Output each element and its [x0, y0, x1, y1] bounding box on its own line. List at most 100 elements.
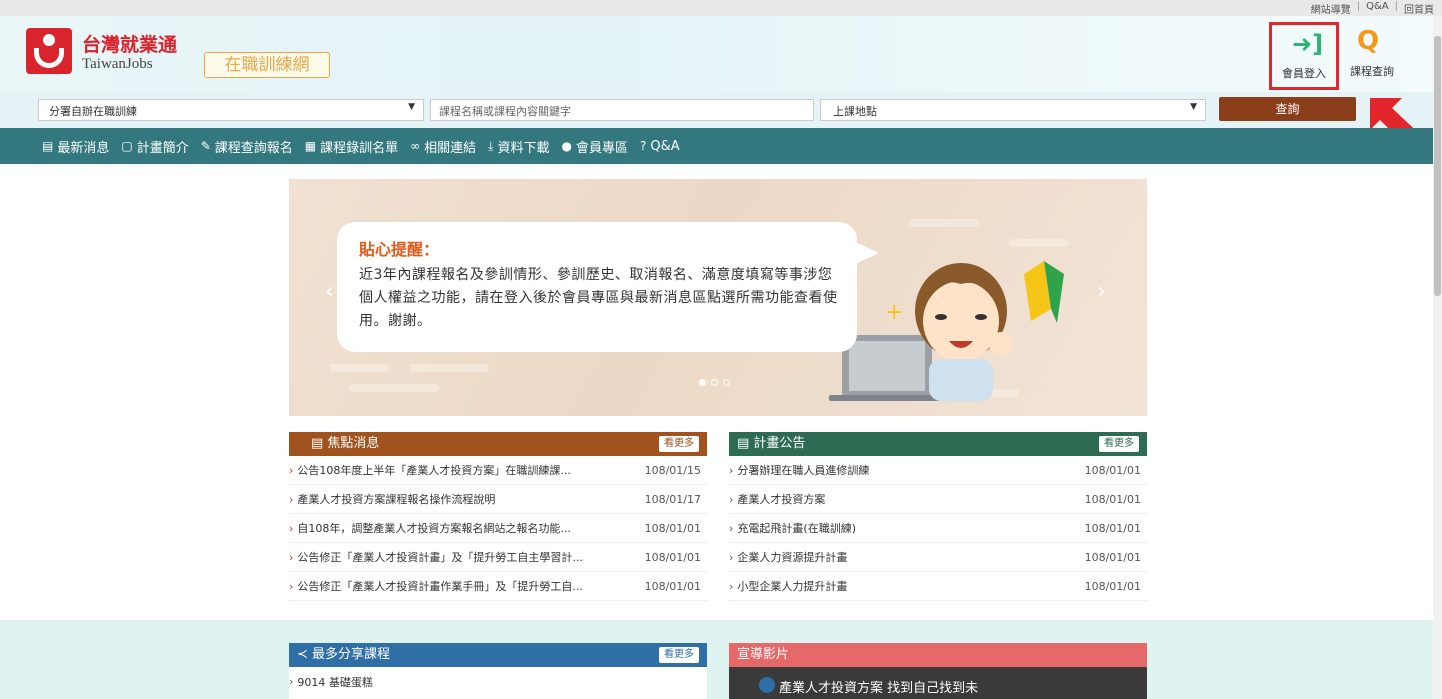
list-item-date: 108/01/17 [644, 492, 701, 506]
site-subtitle[interactable]: 在職訓練網 [204, 52, 330, 78]
list-item-date: 108/01/01 [644, 521, 701, 535]
list-item[interactable]: › 充電起飛計畫(在職訓練) 108/01/01 [729, 514, 1147, 543]
nav-item-qa[interactable]: ? Q&A [640, 139, 680, 154]
list-item-title: 產業人才投資方案課程報名操作流程說明 [297, 493, 496, 506]
category-select-value: 分署自辦在職訓練 [49, 105, 137, 118]
nav-item-plan[interactable]: ▢ 計畫簡介 [121, 137, 188, 156]
banner-carousel[interactable]: + 貼心提醒： 近3年內課程報名及參訓情形、參訓歷史、取消報名、滿意度填寫等事涉… [289, 179, 1147, 416]
carousel-dot[interactable] [699, 379, 706, 386]
nav-item-admission-list[interactable]: ▦ 課程錄訓名單 [305, 137, 398, 156]
nav-label: 資料下載 [497, 140, 550, 156]
chevron-left-icon[interactable]: ‹ [325, 279, 334, 304]
list-item-title: 公告108年度上半年「產業人才投資方案」在職訓練課... [297, 464, 571, 477]
chevron-right-icon: › [289, 463, 294, 477]
taiwanjobs-logo-icon[interactable] [26, 28, 72, 74]
more-button[interactable]: 看更多 [1099, 436, 1139, 452]
share-icon: ≺ [297, 647, 313, 662]
list-item-title: 小型企業人力提升計畫 [737, 580, 848, 593]
download-icon: ⤓ [488, 138, 494, 153]
list-item[interactable]: › 公告108年度上半年「產業人才投資方案」在職訓練課... 108/01/15 [289, 456, 707, 485]
list-item[interactable]: › 企業人力資源提升計畫 108/01/01 [729, 543, 1147, 572]
top-links: 網站導覽 | Q&A | 回首頁 [1311, 1, 1434, 16]
chevron-right-icon: › [289, 675, 294, 688]
focus-news-panel: ▤ 焦點消息 看更多 › 公告108年度上半年「產業人才投資方案」在職訓練課...… [289, 432, 707, 601]
list-item-title: 公告修正「產業人才投資計畫」及「提升勞工自主學習計... [297, 551, 583, 564]
category-select[interactable]: 分署自辦在職訓練 ▼ [38, 99, 424, 121]
video-player[interactable]: 產業人才投資方案 找到自己找到未 [729, 667, 1147, 699]
chevron-right-icon: › [729, 579, 734, 593]
reminder-text: 近3年內課程報名及參訓情形、參訓歷史、取消報名、滿意度填寫等事涉您個人權益之功能… [359, 267, 838, 329]
site-header: 台灣就業通 TaiwanJobs 在職訓練網 [0, 16, 1433, 92]
reminder-title: 貼心提醒： [359, 240, 440, 259]
shared-courses-header: ≺ 最多分享課程 看更多 [289, 643, 707, 667]
top-utility-bar: 網站導覽 | Q&A | 回首頁 [0, 0, 1442, 16]
list-item[interactable]: › 公告修正「產業人才投資計畫作業手冊」及「提升勞工自... 108/01/01 [289, 572, 707, 601]
shared-courses-title: 最多分享課程 [312, 647, 391, 662]
list-item-date: 108/01/01 [1084, 463, 1141, 477]
list-item[interactable]: › 9014 基礎蛋糕 [289, 667, 707, 696]
divider: | [1356, 1, 1361, 12]
video-panel: 宣導影片 產業人才投資方案 找到自己找到未 [729, 643, 1147, 699]
carousel-indicators [699, 379, 730, 386]
link-icon: ∞ [410, 139, 421, 153]
list-item[interactable]: › 分署辦理在職人員進修訓練 108/01/01 [729, 456, 1147, 485]
carousel-dot[interactable] [711, 379, 718, 386]
list-item-date: 108/01/01 [1084, 521, 1141, 535]
more-button[interactable]: 看更多 [659, 436, 699, 452]
brand-name-en[interactable]: TaiwanJobs [82, 56, 153, 73]
search-submit-button[interactable]: 查詢 [1219, 97, 1356, 121]
course-query-label[interactable]: 課程查詢 [1350, 63, 1394, 79]
list-item[interactable]: › 產業人才投資方案課程報名操作流程說明 108/01/17 [289, 485, 707, 514]
chevron-right-icon[interactable]: › [1097, 279, 1106, 304]
list-item[interactable]: › 公告修正「產業人才投資計畫」及「提升勞工自主學習計... 108/01/01 [289, 543, 707, 572]
nav-item-links[interactable]: ∞ 相關連結 [410, 137, 476, 156]
list-item[interactable]: › 小型企業人力提升計畫 108/01/01 [729, 572, 1147, 601]
list-item-title: 充電起飛計畫(在職訓練) [737, 522, 856, 535]
more-button[interactable]: 看更多 [659, 647, 699, 663]
plan-notice-panel: ▤ 計畫公告 看更多 › 分署辦理在職人員進修訓練 108/01/01 › 產業人才投… [729, 432, 1147, 601]
nav-item-downloads[interactable]: ⤓ 資料下載 [488, 137, 549, 156]
keyword-input[interactable]: 課程名稱或課程內容關鍵字 [430, 99, 814, 121]
scrollbar-thumb[interactable] [1434, 36, 1441, 296]
list-item-date: 108/01/01 [644, 579, 701, 593]
qa-link[interactable]: Q&A [1366, 1, 1389, 16]
login-button[interactable]: ➜] 會員登入 [1269, 22, 1339, 90]
list-item[interactable]: › 自108年，調整產業人才投資方案報名網站之報名功能... 108/01/01 [289, 514, 707, 543]
list-item-date: 108/01/01 [1084, 550, 1141, 564]
divider: | [1394, 1, 1398, 12]
sitemap-link[interactable]: 網站導覽 [1311, 1, 1351, 16]
chevron-right-icon: › [289, 579, 294, 593]
nav-item-course-query[interactable]: ✎ 課程查詢報名 [201, 137, 293, 156]
nav-item-member[interactable]: ● 會員專區 [562, 137, 629, 156]
search-bar: 分署自辦在職訓練 ▼ 課程名稱或課程內容關鍵字 上課地點 ▼ 查詢 [0, 92, 1433, 128]
nav-label: 課程錄訓名單 [320, 140, 399, 156]
list-item[interactable]: › 產業人才投資方案 108/01/01 [729, 485, 1147, 514]
login-label: 會員登入 [1282, 67, 1326, 80]
list-item-title: 自108年，調整產業人才投資方案報名網站之報名功能... [297, 522, 571, 535]
nav-item-news[interactable]: ▤ 最新消息 [42, 137, 109, 156]
chevron-right-icon: › [289, 492, 294, 506]
news-icon: ▤ [42, 139, 54, 153]
home-link[interactable]: 回首頁 [1404, 1, 1434, 16]
search-icon[interactable]: Q [1357, 26, 1379, 56]
plan-notice-header: ▤ 計畫公告 看更多 [729, 432, 1147, 456]
page-scrollbar[interactable] [1433, 16, 1442, 699]
chevron-right-icon: › [729, 550, 734, 564]
nav-label: Q&A [650, 138, 680, 154]
focus-news-header: ▤ 焦點消息 看更多 [289, 432, 707, 456]
nav-label: 會員專區 [575, 140, 628, 156]
chevron-right-icon: › [729, 492, 734, 506]
list-item-date: 108/01/15 [644, 463, 701, 477]
shared-courses-panel: ≺ 最多分享課程 看更多 › 9014 基礎蛋糕 [289, 643, 707, 699]
location-select[interactable]: 上課地點 ▼ [820, 99, 1206, 121]
chevron-right-icon: › [729, 521, 734, 535]
video-title: 宣導影片 [737, 647, 790, 662]
notice-icon: ▤ [737, 436, 754, 451]
list-item-title: 分署辦理在職人員進修訓練 [737, 464, 870, 477]
list-item-date: 108/01/01 [644, 550, 701, 564]
brand-name-cn[interactable]: 台灣就業通 [82, 30, 177, 57]
carousel-dot[interactable] [723, 379, 730, 386]
login-icon: ➜] [1292, 30, 1324, 58]
nav-label: 計畫簡介 [136, 140, 189, 156]
nav-label: 相關連結 [424, 140, 477, 156]
